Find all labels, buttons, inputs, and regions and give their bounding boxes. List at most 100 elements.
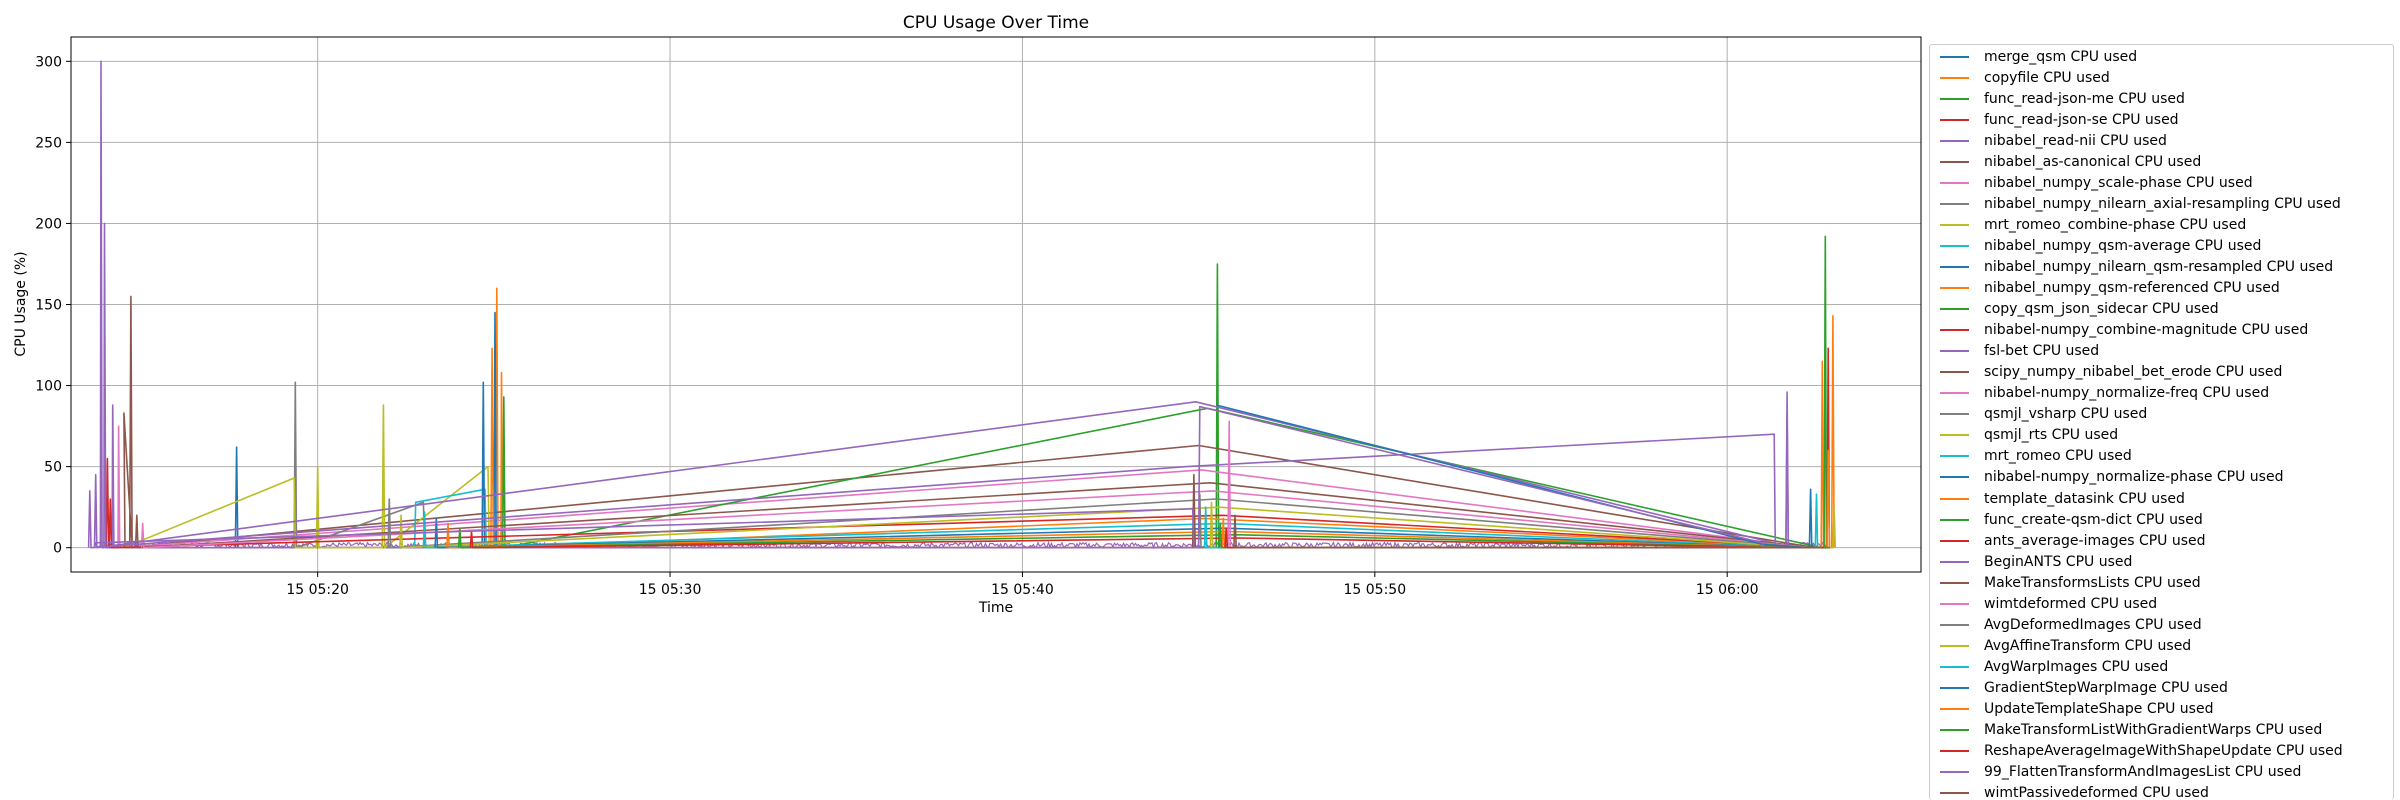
legend-item: template_datasink CPU used (1930, 488, 2393, 509)
legend-label: nibabel-numpy_normalize-phase CPU used (1984, 469, 2284, 486)
legend-label: merge_qsm CPU used (1984, 48, 2138, 65)
legend-swatch (1940, 392, 1969, 395)
legend-item: AvgDeformedImages CPU used (1930, 614, 2393, 635)
x-tick-label: 15 05:20 (286, 582, 349, 598)
legend-item: wimtdeformed CPU used (1930, 593, 2393, 614)
legend-swatch (1940, 223, 1969, 226)
legend-item: wimtPassivedeformed CPU used (1930, 783, 2393, 800)
legend-item: MakeTransformListWithGradientWarps CPU u… (1930, 720, 2393, 741)
legend-swatch (1940, 686, 1969, 689)
legend-label: nibabel_as-canonical CPU used (1984, 153, 2202, 170)
legend-item: ants_average-images CPU used (1930, 530, 2393, 551)
legend-swatch (1940, 581, 1969, 584)
legend-swatch (1940, 455, 1969, 458)
y-axis-label: CPU Usage (%) (13, 251, 29, 356)
legend-item: copyfile CPU used (1930, 67, 2393, 88)
legend-item: BeginANTS CPU used (1930, 551, 2393, 572)
y-tick-label: 150 (35, 298, 62, 314)
legend-item: nibabel_numpy_nilearn_qsm-resampled CPU … (1930, 256, 2393, 277)
legend-label: scipy_numpy_nibabel_bet_erode CPU used (1984, 364, 2283, 381)
legend-item: nibabel-numpy_normalize-phase CPU used (1930, 467, 2393, 488)
y-tick-label: 250 (35, 135, 62, 151)
legend-label: ReshapeAverageImageWithShapeUpdate CPU u… (1984, 743, 2343, 760)
legend-swatch (1940, 665, 1969, 668)
legend-swatch (1940, 329, 1969, 332)
legend-label: copy_qsm_json_sidecar CPU used (1984, 301, 2219, 318)
legend-item: qsmjl_rts CPU used (1930, 425, 2393, 446)
y-tick-label: 50 (44, 460, 62, 476)
legend-swatch (1940, 560, 1969, 563)
legend-label: nibabel-numpy_combine-magnitude CPU used (1984, 322, 2309, 339)
legend-item: func_create-qsm-dict CPU used (1930, 509, 2393, 530)
legend-item: func_read-json-se CPU used (1930, 109, 2393, 130)
legend-item: nibabel_as-canonical CPU used (1930, 151, 2393, 172)
legend-item: mrt_romeo_combine-phase CPU used (1930, 214, 2393, 235)
legend-item: nibabel_numpy_qsm-average CPU used (1930, 235, 2393, 256)
legend-label: nibabel_numpy_qsm-average CPU used (1984, 237, 2262, 254)
x-tick-label: 15 06:00 (1696, 582, 1759, 598)
legend-swatch (1940, 539, 1969, 542)
legend-swatch (1940, 434, 1969, 437)
legend-swatch (1940, 707, 1969, 710)
legend-swatch (1940, 160, 1969, 163)
y-tick-label: 0 (53, 541, 62, 557)
legend-label: AvgWarpImages CPU used (1984, 658, 2169, 675)
x-tick-label: 15 05:50 (1343, 582, 1406, 598)
y-tick-label: 100 (35, 379, 62, 395)
legend-label: qsmjl_rts CPU used (1984, 427, 2119, 444)
legend-label: nibabel_numpy_scale-phase CPU used (1984, 174, 2253, 191)
legend-item: nibabel_numpy_scale-phase CPU used (1930, 172, 2393, 193)
legend-item: qsmjl_vsharp CPU used (1930, 404, 2393, 425)
legend-item: copy_qsm_json_sidecar CPU used (1930, 299, 2393, 320)
legend-label: func_read-json-se CPU used (1984, 111, 2179, 128)
legend-label: AvgDeformedImages CPU used (1984, 616, 2202, 633)
chart-legend: merge_qsm CPU used copyfile CPU used func_… (1929, 44, 2394, 800)
legend-swatch (1940, 55, 1969, 58)
legend-swatch (1940, 287, 1969, 290)
legend-swatch (1940, 265, 1969, 268)
legend-label: UpdateTemplateShape CPU used (1984, 700, 2214, 717)
legend-swatch (1940, 413, 1969, 416)
legend-item: AvgAffineTransform CPU used (1930, 635, 2393, 656)
legend-swatch (1940, 750, 1969, 753)
legend-swatch (1940, 476, 1969, 479)
legend-label: nibabel_numpy_nilearn_axial-resampling C… (1984, 195, 2341, 212)
legend-item: merge_qsm CPU used (1930, 46, 2393, 67)
legend-swatch (1940, 181, 1969, 184)
legend-swatch (1940, 623, 1969, 626)
legend-label: nibabel_read-nii CPU used (1984, 132, 2167, 149)
legend-item: ReshapeAverageImageWithShapeUpdate CPU u… (1930, 741, 2393, 762)
legend-swatch (1940, 771, 1969, 774)
legend-label: MakeTransformListWithGradientWarps CPU u… (1984, 722, 2323, 739)
x-axis-label: Time (978, 600, 1013, 616)
legend-swatch (1940, 350, 1969, 353)
legend-swatch (1940, 518, 1969, 521)
legend-label: MakeTransformsLists CPU used (1984, 574, 2201, 591)
legend-swatch (1940, 792, 1969, 795)
legend-item: fsl-bet CPU used (1930, 341, 2393, 362)
legend-label: qsmjl_vsharp CPU used (1984, 406, 2148, 423)
legend-swatch (1940, 139, 1969, 142)
legend-item: nibabel_read-nii CPU used (1930, 130, 2393, 151)
legend-label: 99_FlattenTransformAndImagesList CPU use… (1984, 764, 2302, 781)
legend-label: nibabel_numpy_qsm-referenced CPU used (1984, 280, 2280, 297)
legend-label: fsl-bet CPU used (1984, 343, 2100, 360)
legend-item: UpdateTemplateShape CPU used (1930, 698, 2393, 719)
y-tick-label: 200 (35, 216, 62, 232)
legend-swatch (1940, 602, 1969, 605)
legend-label: AvgAffineTransform CPU used (1984, 637, 2192, 654)
legend-item: func_read-json-me CPU used (1930, 88, 2393, 109)
x-tick-label: 15 05:30 (639, 582, 702, 598)
legend-label: wimtPassivedeformed CPU used (1984, 785, 2209, 800)
legend-label: copyfile CPU used (1984, 69, 2110, 86)
legend-label: mrt_romeo_combine-phase CPU used (1984, 216, 2247, 233)
legend-swatch (1940, 97, 1969, 100)
legend-label: BeginANTS CPU used (1984, 553, 2133, 570)
legend-label: wimtdeformed CPU used (1984, 595, 2158, 612)
legend-swatch (1940, 118, 1969, 121)
legend-label: ants_average-images CPU used (1984, 532, 2206, 549)
legend-item: nibabel_numpy_nilearn_axial-resampling C… (1930, 193, 2393, 214)
legend-label: func_create-qsm-dict CPU used (1984, 511, 2203, 528)
legend-label: func_read-json-me CPU used (1984, 90, 2185, 107)
legend-swatch (1940, 202, 1969, 205)
